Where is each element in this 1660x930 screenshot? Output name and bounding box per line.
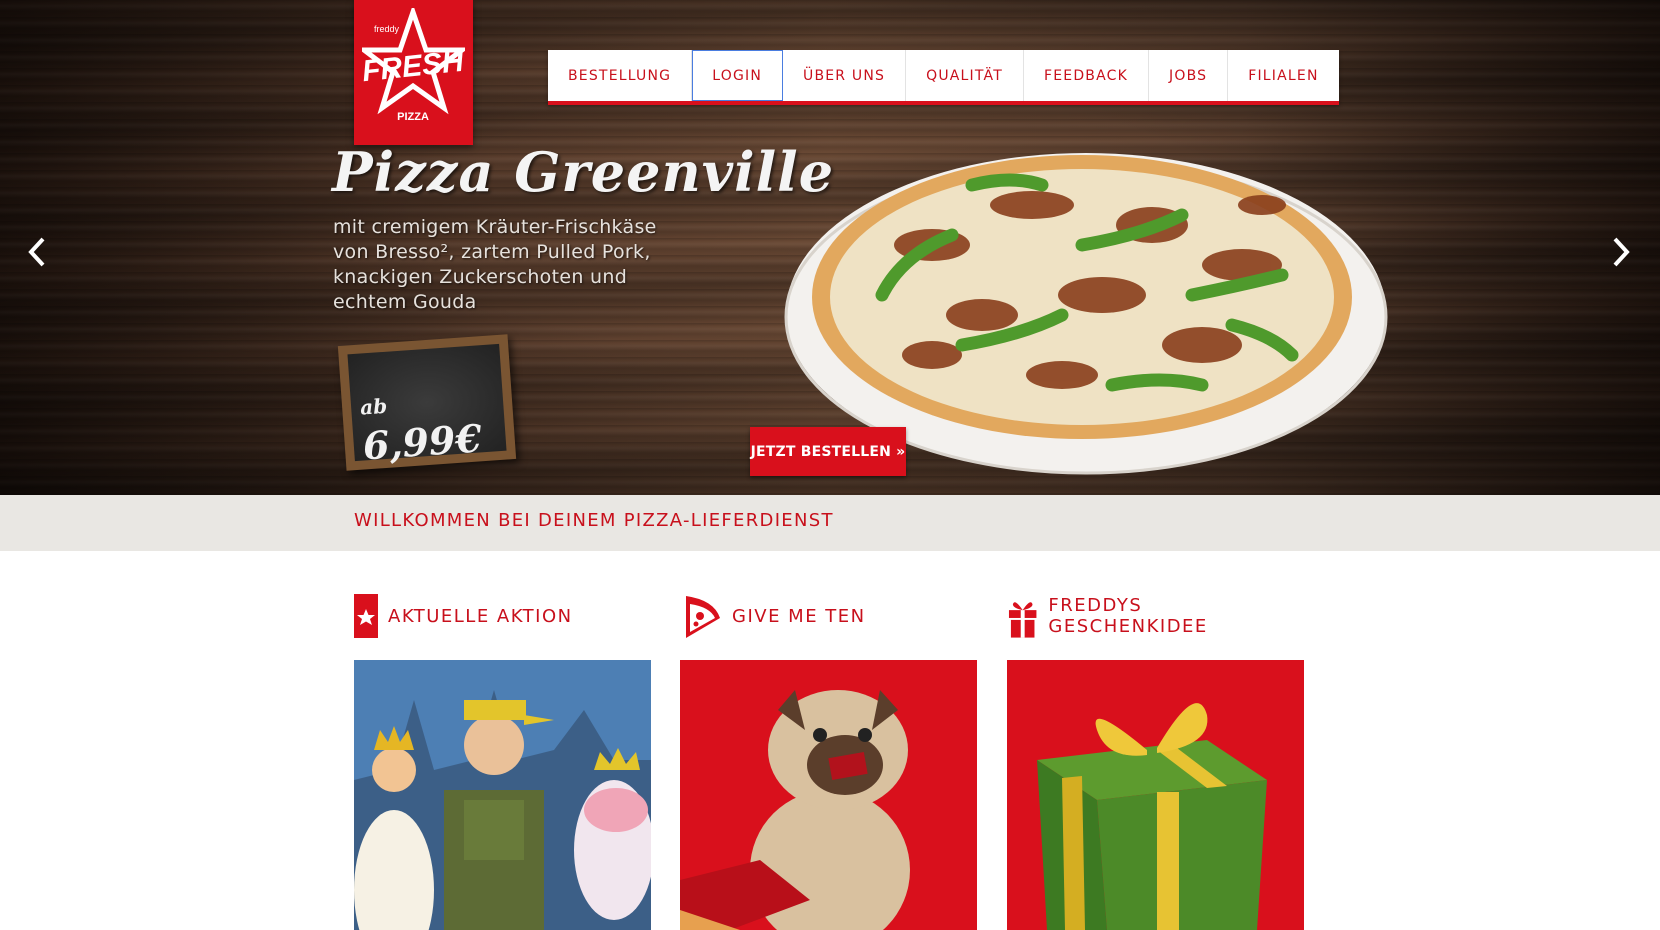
section-title: GIVE ME TEN [732,605,866,627]
hero-slider: freddy FRESH PIZZA BESTELLUNG LOGIN ÜBER… [0,0,1660,495]
order-now-button[interactable]: JETZT BESTELLEN » [750,427,906,476]
section-header: FREDDYS GESCHENKIDEE [1007,592,1304,640]
gift-illustration [1007,660,1304,930]
nav-item-bestellung[interactable]: BESTELLUNG [548,50,693,101]
nav-item-login[interactable]: LOGIN [692,50,783,101]
hero-title: Pizza Greenville [332,140,835,204]
section-header: GIVE ME TEN [680,592,977,640]
promo-illustration [354,660,651,930]
nav-item-ueber-uns[interactable]: ÜBER UNS [783,50,907,101]
main-nav: BESTELLUNG LOGIN ÜBER UNS QUALITÄT FEEDB… [548,50,1339,105]
pizza-slice-icon [686,596,720,638]
give-me-ten-image[interactable] [680,660,977,930]
nav-item-jobs[interactable]: JOBS [1149,50,1229,101]
nav-item-qualitaet[interactable]: QUALITÄT [906,50,1024,101]
gift-icon [1008,602,1037,638]
brand-logo[interactable]: freddy FRESH PIZZA [354,0,473,145]
logo-star-icon: freddy FRESH PIZZA [362,8,465,123]
section-header: AKTUELLE AKTION [354,592,651,640]
welcome-bar: WILLKOMMEN BEI DEINEM PIZZA-LIEFERDIENST [0,495,1660,551]
geschenkidee-image[interactable] [1007,660,1304,930]
section-title: FREDDYS GESCHENKIDEE [1048,595,1208,637]
section-title: AKTUELLE AKTION [388,605,573,627]
slider-prev-button[interactable] [22,234,52,270]
welcome-text: WILLKOMMEN BEI DEINEM PIZZA-LIEFERDIENST [354,510,834,531]
svg-text:PIZZA: PIZZA [397,111,429,123]
price-value: 6,99€ [361,415,484,469]
price-tag: ab 6,99€ [358,368,516,469]
svg-text:freddy: freddy [374,24,400,34]
section-aktuelle-aktion: AKTUELLE AKTION [354,592,651,930]
nav-item-filialen[interactable]: FILIALEN [1228,50,1338,101]
star-bookmark-icon [354,594,378,638]
chevron-right-icon [1613,237,1630,267]
chevron-left-icon [28,237,45,267]
price-chalkboard: ab 6,99€ [337,334,517,471]
pug-illustration [680,660,977,930]
aktuelle-aktion-image[interactable] [354,660,651,930]
hero-description: mit cremigem Kräuter-Frischkäse von Bres… [333,216,657,313]
nav-item-feedback[interactable]: FEEDBACK [1024,50,1150,101]
section-give-me-ten: GIVE ME TEN [680,592,977,930]
pizza-image [784,153,1388,475]
section-geschenkidee: FREDDYS GESCHENKIDEE [1007,592,1304,930]
price-prefix: ab [359,393,388,420]
slider-next-button[interactable] [1606,234,1636,270]
